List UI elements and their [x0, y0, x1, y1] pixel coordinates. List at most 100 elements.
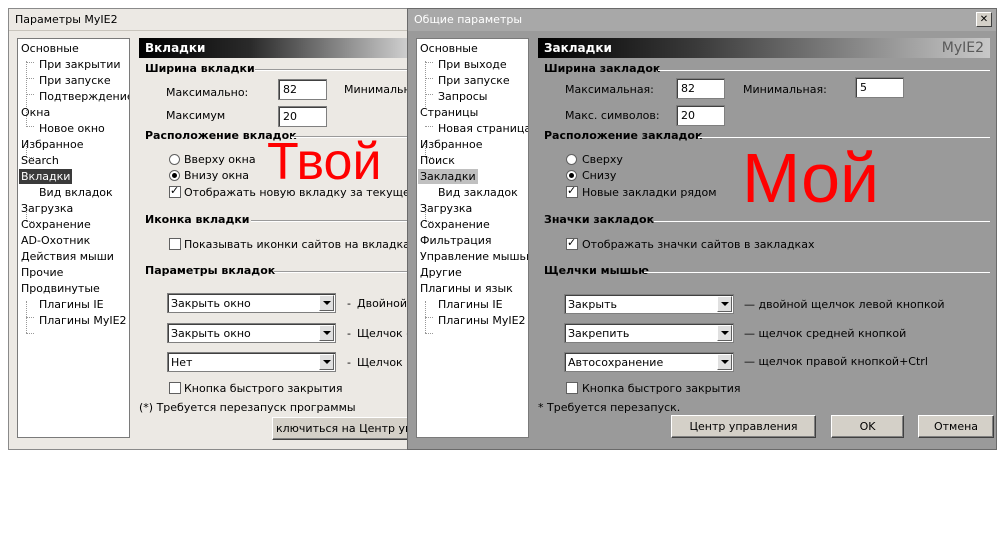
right-radio-top[interactable] [566, 154, 577, 165]
tree-item-tab-view[interactable]: Вид вкладок [39, 185, 113, 200]
left-radio-bottom[interactable] [169, 170, 180, 181]
tree-item-saving[interactable]: Сохранение [21, 217, 91, 232]
left-max-label: Максимально: [166, 86, 249, 99]
left-radio-top[interactable] [169, 154, 180, 165]
left-maximum-input[interactable]: 20 [278, 106, 327, 127]
tree-item-tabs[interactable]: Вкладки [19, 169, 73, 184]
tree-item-ie-plugins[interactable]: Плагины IE [39, 297, 104, 312]
tree-item-download[interactable]: Загрузка [420, 201, 472, 216]
chevron-down-icon[interactable] [319, 325, 334, 341]
chevron-down-icon[interactable] [717, 354, 732, 370]
left-max-width-input[interactable]: 82 [278, 79, 327, 100]
left-dash-2: - [347, 327, 351, 340]
tree-item-new-page[interactable]: Новая страница [438, 121, 528, 136]
left-check-icons[interactable] [169, 238, 181, 250]
left-overlay-word: Твой [267, 133, 382, 191]
left-width-group-label: Ширина вкладки [145, 62, 255, 75]
left-section-header: Вкладки [139, 38, 417, 58]
tree-item-mouse-control[interactable]: Управление мышью [420, 249, 528, 264]
chevron-down-icon[interactable] [319, 295, 334, 311]
left-window-titlebar[interactable]: Параметры MyIE2 [9, 9, 415, 31]
left-window-title: Параметры MyIE2 [15, 13, 118, 26]
right-combo-right-click[interactable]: Автосохранение [564, 352, 734, 372]
tree-item-search[interactable]: Поиск [420, 153, 455, 168]
left-icon-group-label: Иконка вкладки [145, 213, 250, 226]
right-maxchars-input[interactable]: 20 [676, 105, 725, 126]
left-settings-tree[interactable]: Основные При закрытии При запуске Подтве… [17, 38, 130, 438]
left-combo-middle-click[interactable]: Закрыть окно [167, 323, 336, 343]
tree-item-basic[interactable]: Основные [420, 41, 478, 56]
left-combo2-desc: Щелчок с [357, 327, 413, 340]
left-radio-bottom-label: Внизу окна [184, 169, 250, 182]
tree-item-mouse-actions[interactable]: Действия мыши [21, 249, 114, 264]
right-min-label: Минимальная: [743, 83, 827, 96]
left-check-new-tab[interactable] [169, 184, 181, 198]
tree-item-on-exit[interactable]: При выходе [438, 57, 507, 72]
left-control-center-button[interactable]: ключиться на Центр упра [272, 417, 417, 440]
right-settings-tree[interactable]: Основные При выходе При запуске Запросы … [416, 38, 529, 438]
chevron-down-icon[interactable] [717, 296, 732, 312]
tree-item-pages[interactable]: Страницы [420, 105, 478, 120]
tree-item-ie-plugins[interactable]: Плагины IE [438, 297, 503, 312]
left-check-quick-close-label: Кнопка быстрого закрытия [184, 382, 343, 395]
close-icon[interactable]: ✕ [976, 12, 992, 27]
brand-label: MyIE2 [941, 40, 984, 56]
left-options-window: Параметры MyIE2 Основные При закрытии Пр… [8, 8, 417, 450]
right-check-icons-label: Отображать значки сайтов в закладках [582, 238, 815, 251]
right-radio-bottom-label: Снизу [582, 169, 617, 182]
right-restart-note: * Требуется перезапуск. [538, 401, 681, 414]
tree-item-saving[interactable]: Сохранение [420, 217, 490, 232]
right-combo2-desc: — щелчок средней кнопкой [744, 327, 907, 340]
right-radio-bottom[interactable] [566, 170, 577, 181]
tree-item-bookmarks[interactable]: Закладки [418, 169, 478, 184]
left-combo-right-click[interactable]: Нет [167, 352, 336, 372]
tree-item-other[interactable]: Прочие [21, 265, 63, 280]
chevron-down-icon[interactable] [319, 354, 334, 370]
right-max-width-input[interactable]: 82 [676, 78, 725, 99]
chevron-down-icon[interactable] [717, 325, 732, 341]
control-center-button[interactable]: Центр управления [671, 415, 816, 438]
left-combo3-desc: Щелчок п [357, 356, 414, 369]
right-combo-double-click[interactable]: Закрыть [564, 294, 734, 314]
left-check-quick-close[interactable] [169, 382, 181, 394]
tree-item-queries[interactable]: Запросы [438, 89, 487, 104]
tree-item-download[interactable]: Загрузка [21, 201, 73, 216]
left-restart-note: (*) Требуется перезапуск программы [139, 401, 356, 414]
tree-item-new-window[interactable]: Новое окно [39, 121, 105, 136]
tree-item-favorites[interactable]: Избранное [420, 137, 482, 152]
left-combo-double-click[interactable]: Закрыть окно [167, 293, 336, 313]
left-maximum-label: Максимум [166, 109, 226, 122]
right-maxchars-label: Макс. символов: [565, 109, 660, 122]
tree-item-myie2-plugins[interactable]: Плагины MyIE2 [438, 313, 526, 328]
left-params-group-label: Параметры вкладок [145, 264, 276, 277]
tree-item-on-start[interactable]: При запуске [39, 73, 111, 88]
cancel-button[interactable]: Отмена [918, 415, 994, 438]
tree-item-myie2-plugins[interactable]: Плагины MyIE2 [39, 313, 127, 328]
tree-item-on-close[interactable]: При закрытии [39, 57, 121, 72]
right-position-group-label: Расположение закладок [544, 129, 703, 142]
right-overlay-word: Мой [742, 139, 880, 217]
right-min-width-input[interactable]: 5 [855, 77, 904, 98]
ok-button[interactable]: OK [831, 415, 904, 438]
right-max-label: Максимальная: [565, 83, 654, 96]
tree-item-bookmark-view[interactable]: Вид закладок [438, 185, 518, 200]
tree-item-favorites[interactable]: Избранное [21, 137, 83, 152]
tree-item-search[interactable]: Search [21, 153, 59, 168]
left-check-icons-label: Показывать иконки сайтов на вкладках [184, 238, 417, 251]
right-combo1-desc: — двойной щелчок левой кнопкой [744, 298, 945, 311]
tree-item-on-start[interactable]: При запуске [438, 73, 510, 88]
tree-item-confirm[interactable]: Подтверждение [39, 89, 129, 104]
tree-item-filtering[interactable]: Фильтрация [420, 233, 492, 248]
right-check-new-tab[interactable] [566, 184, 578, 198]
tree-item-advanced[interactable]: Продвинутые [21, 281, 100, 296]
right-clicks-group-label: Щелчки мышью [544, 264, 649, 277]
tree-item-ad-hunter[interactable]: AD-Охотник [21, 233, 90, 248]
tree-item-other[interactable]: Другие [420, 265, 462, 280]
tree-item-plugins-language[interactable]: Плагины и язык [420, 281, 513, 296]
right-combo-middle-click[interactable]: Закрепить [564, 323, 734, 343]
right-check-quick-close[interactable] [566, 382, 578, 394]
right-check-icons[interactable] [566, 236, 578, 250]
tree-item-basic[interactable]: Основные [21, 41, 79, 56]
right-window-titlebar[interactable]: Общие параметры ✕ [408, 9, 996, 31]
tree-item-windows[interactable]: Окна [21, 105, 50, 120]
